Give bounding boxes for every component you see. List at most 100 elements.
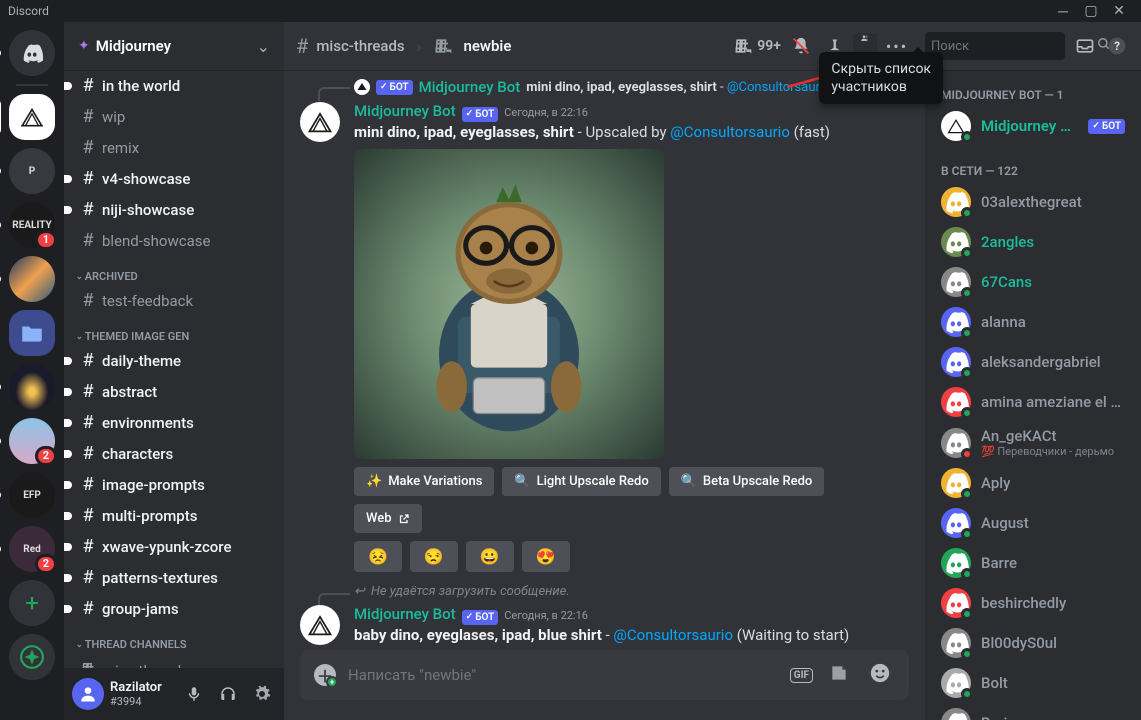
- channel-item[interactable]: #multi-prompts: [72, 501, 276, 531]
- thread-title[interactable]: newbie: [463, 37, 511, 55]
- inbox-icon[interactable]: [1073, 34, 1097, 58]
- member-item[interactable]: Aply: [933, 463, 1133, 503]
- emoji-reaction-button[interactable]: 😀: [466, 541, 514, 572]
- member-item[interactable]: aleksandergabriel: [933, 342, 1133, 382]
- channel-item[interactable]: #in the world: [72, 71, 276, 101]
- server-header[interactable]: ✦ Midjourney ⌄: [64, 22, 284, 70]
- member-item[interactable]: August: [933, 503, 1133, 543]
- mic-icon[interactable]: [180, 680, 208, 708]
- member-item[interactable]: beshirchedly: [933, 583, 1133, 623]
- guild-item[interactable]: [9, 634, 55, 680]
- channel-item[interactable]: #wip: [72, 102, 276, 132]
- channel-item[interactable]: #niji-showcase: [72, 195, 276, 225]
- image-attachment[interactable]: [354, 149, 664, 459]
- gif-button[interactable]: GIF: [790, 668, 813, 683]
- channel-item[interactable]: #remix: [72, 133, 276, 163]
- member-avatar: [941, 588, 971, 618]
- emoji-reaction-button[interactable]: 😍: [522, 541, 570, 572]
- channel-category[interactable]: ⌄ Thread Channels: [72, 624, 276, 653]
- web-link-button[interactable]: Web: [354, 504, 422, 533]
- member-item[interactable]: Bolt: [933, 663, 1133, 703]
- member-item[interactable]: Brain: [933, 703, 1133, 720]
- threads-button[interactable]: 99+: [733, 36, 781, 56]
- emoji-reaction-button[interactable]: 😣: [354, 541, 402, 572]
- headphones-icon[interactable]: [214, 680, 242, 708]
- button-row: ✨Make Variations 🔍Light Upscale Redo 🔍Be…: [354, 467, 909, 496]
- channel-title[interactable]: misc-threads: [316, 37, 404, 55]
- mention[interactable]: @Consultorsaurio: [670, 123, 790, 141]
- channel-item[interactable]: misc-threads: [72, 654, 276, 668]
- member-item[interactable]: Midjourney Bot БОТ: [933, 106, 1133, 146]
- member-item[interactable]: alanna: [933, 302, 1133, 342]
- channel-item[interactable]: #daily-theme: [72, 346, 276, 376]
- guild-item[interactable]: [9, 364, 55, 410]
- member-item[interactable]: 03alexthegreat: [933, 182, 1133, 222]
- channel-category[interactable]: ⌄ Themed Image Gen: [72, 316, 276, 345]
- bot-tag: БОТ: [1088, 119, 1125, 134]
- guild-item[interactable]: +: [9, 580, 55, 626]
- channel-item[interactable]: #xwave-ypunk-zcore: [72, 532, 276, 562]
- window-close[interactable]: ✕: [1105, 3, 1133, 19]
- member-item[interactable]: Barre: [933, 543, 1133, 583]
- window-minimize[interactable]: ─: [1049, 3, 1077, 20]
- channel-item[interactable]: #v4-showcase: [72, 164, 276, 194]
- emoji-button[interactable]: [865, 660, 895, 690]
- app-name: Discord: [8, 4, 49, 18]
- message-input[interactable]: [348, 666, 778, 684]
- hash-icon: #: [80, 538, 96, 556]
- member-item[interactable]: 2angles: [933, 222, 1133, 262]
- mention[interactable]: @Consultorsaurio: [613, 626, 733, 644]
- members-list[interactable]: MIDJOURNEY BOT — 1 Midjourney Bot БОТ В …: [925, 70, 1141, 720]
- bot-tag: БОТ: [462, 107, 499, 122]
- breadcrumb-sep: ›: [417, 37, 422, 56]
- message-avatar[interactable]: [300, 605, 340, 645]
- message-list[interactable]: БОТ Midjourney Bot mini dino, ipad, eyeg…: [284, 70, 925, 650]
- channel-item[interactable]: #blend-showcase: [72, 226, 276, 256]
- channel-item[interactable]: #test-feedback: [72, 286, 276, 316]
- member-avatar: [941, 347, 971, 377]
- guild-item[interactable]: [9, 310, 55, 356]
- message-author[interactable]: Midjourney Bot: [354, 605, 456, 623]
- channel-category[interactable]: ⌄ Archived: [72, 256, 276, 285]
- member-item[interactable]: amina ameziane el ha...: [933, 382, 1133, 422]
- member-item[interactable]: An_geKACt💯 Переводчики - дерьмо: [933, 422, 1133, 463]
- message-author[interactable]: Midjourney Bot: [354, 102, 456, 120]
- reply-author[interactable]: Midjourney Bot: [419, 78, 521, 96]
- channel-item[interactable]: #group-jams: [72, 594, 276, 624]
- gear-icon[interactable]: [248, 680, 276, 708]
- channel-item[interactable]: #characters: [72, 439, 276, 469]
- guild-item[interactable]: [9, 256, 55, 302]
- emoji-reaction-button[interactable]: 😒: [410, 541, 458, 572]
- guild-item[interactable]: [9, 94, 55, 140]
- guild-item[interactable]: [9, 30, 55, 76]
- message-avatar[interactable]: [300, 102, 340, 142]
- member-item[interactable]: 67Cans: [933, 262, 1133, 302]
- make-variations-button[interactable]: ✨Make Variations: [354, 467, 494, 496]
- guild-item[interactable]: P: [9, 148, 55, 194]
- guild-item[interactable]: Red2: [9, 526, 55, 572]
- search-box[interactable]: [925, 32, 1065, 60]
- notifications-muted-icon[interactable]: [789, 34, 813, 58]
- user-info[interactable]: Razilator #3994: [110, 680, 174, 709]
- message-timestamp: Сегодня, в 22:16: [504, 106, 588, 119]
- help-icon[interactable]: ?: [1105, 34, 1129, 58]
- channel-list[interactable]: #in the world#wip#remix#v4-showcase#niji…: [64, 70, 284, 668]
- window-maximize[interactable]: ▢: [1077, 3, 1105, 19]
- chat-input[interactable]: ＋+ GIF: [300, 650, 909, 700]
- channel-item[interactable]: #environments: [72, 408, 276, 438]
- reply-reference[interactable]: ↩ Не удаётся загрузить сообщение.: [354, 584, 909, 599]
- member-item[interactable]: Bl00dyS0ul: [933, 623, 1133, 663]
- guild-item[interactable]: REALITY1: [9, 202, 55, 248]
- guild-item[interactable]: 2: [9, 418, 55, 464]
- beta-upscale-button[interactable]: 🔍Beta Upscale Redo: [669, 467, 825, 496]
- user-avatar[interactable]: [72, 678, 104, 710]
- guild-item[interactable]: EFP: [9, 472, 55, 518]
- light-upscale-button[interactable]: 🔍Light Upscale Redo: [502, 467, 660, 496]
- add-attachment-button[interactable]: ＋+: [314, 664, 336, 686]
- channel-item[interactable]: #abstract: [72, 377, 276, 407]
- hash-icon: #: [80, 507, 96, 525]
- channel-item[interactable]: #patterns-textures: [72, 563, 276, 593]
- channel-item[interactable]: #image-prompts: [72, 470, 276, 500]
- sticker-button[interactable]: [825, 661, 853, 689]
- hash-icon: #: [80, 414, 96, 432]
